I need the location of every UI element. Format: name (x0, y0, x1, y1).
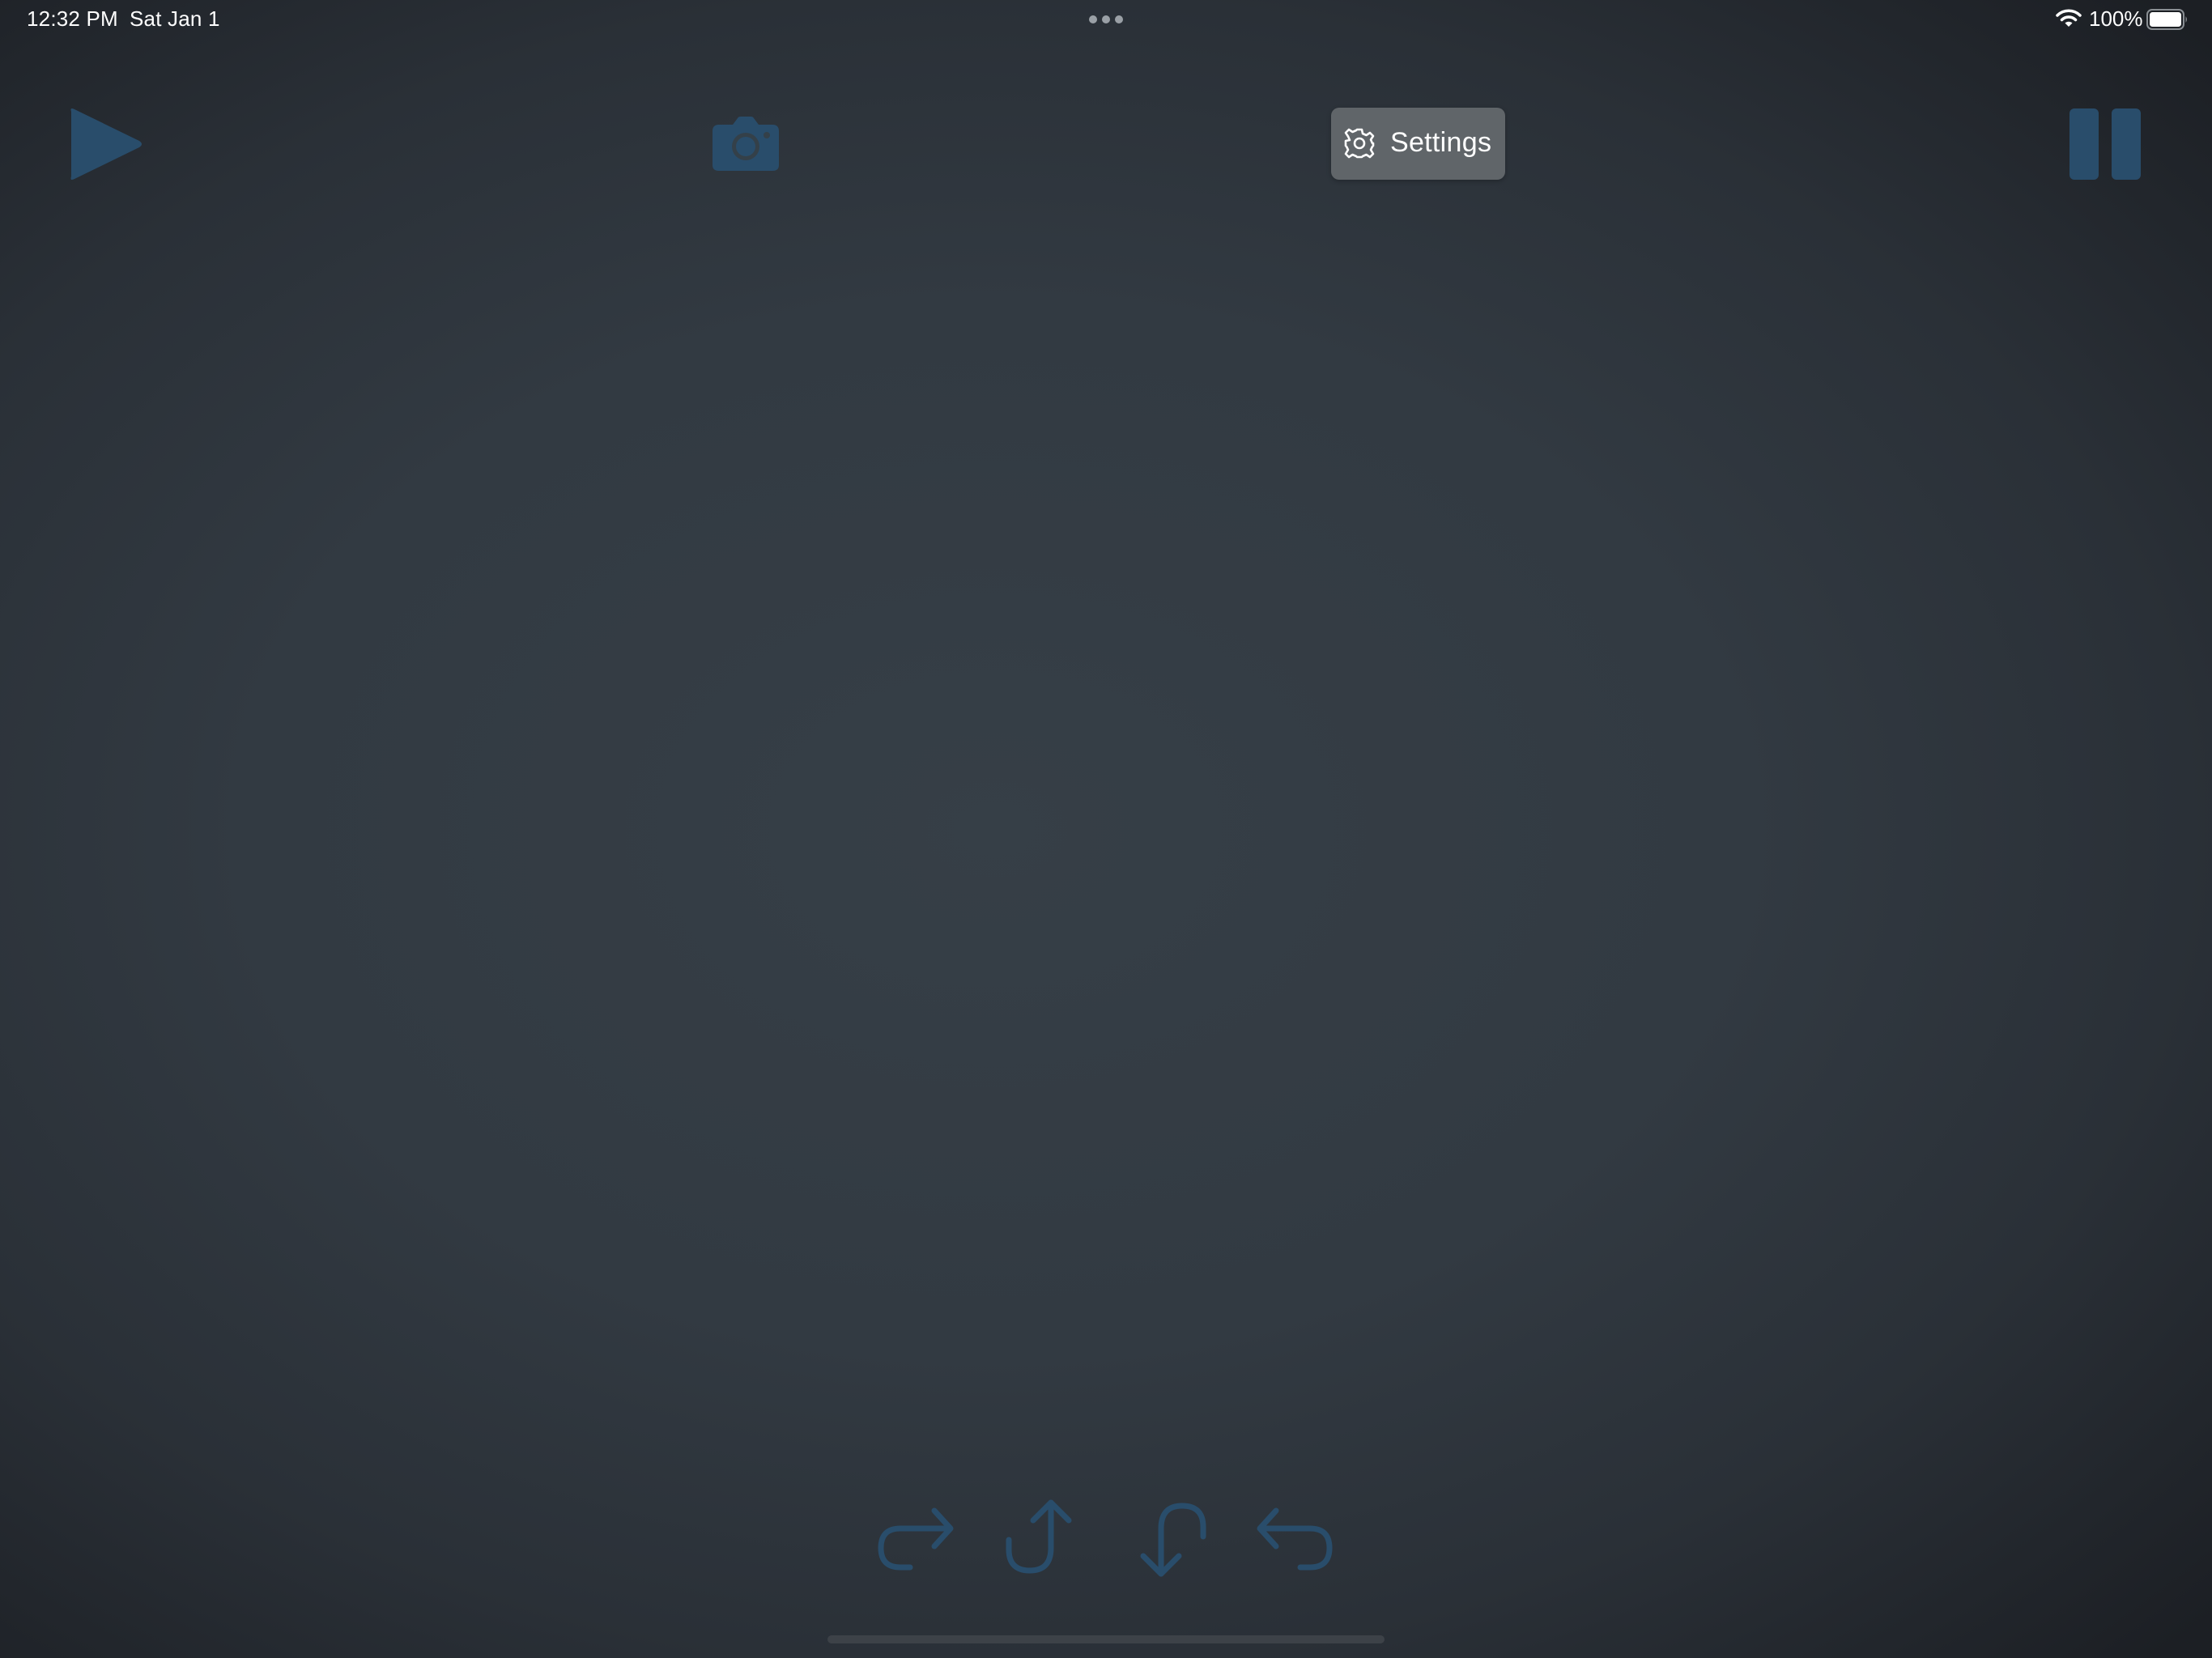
turn-right-button[interactable] (876, 1498, 957, 1579)
camera-button[interactable] (711, 117, 781, 172)
play-icon (70, 108, 142, 180)
battery-icon (2146, 9, 2187, 30)
more-dots-icon[interactable] (1088, 15, 1124, 24)
play-button[interactable] (66, 105, 144, 183)
turn-left-button[interactable] (1253, 1498, 1334, 1579)
turn-right-arrow-icon (878, 1507, 954, 1571)
settings-button[interactable]: Settings (1331, 108, 1505, 180)
status-time: 12:32 PM (27, 6, 118, 31)
settings-label: Settings (1390, 127, 1492, 158)
pause-button[interactable] (2066, 107, 2144, 181)
gear-icon (1344, 128, 1375, 159)
home-indicator[interactable] (827, 1635, 1385, 1643)
up-u-turn-arrow-icon (1006, 1499, 1072, 1574)
go-up-button[interactable] (1002, 1498, 1083, 1579)
status-bar: 12:32 PM Sat Jan 1 100% (0, 0, 2212, 39)
go-down-button[interactable] (1129, 1498, 1210, 1579)
battery-percent: 100% (2089, 6, 2143, 31)
direction-controls (0, 1498, 2212, 1579)
status-date: Sat Jan 1 (130, 6, 220, 31)
pause-icon (2069, 108, 2141, 180)
turn-left-arrow-icon (1257, 1507, 1333, 1571)
camera-icon (713, 117, 779, 171)
wifi-icon (2056, 9, 2082, 27)
down-u-turn-arrow-icon (1140, 1503, 1206, 1577)
